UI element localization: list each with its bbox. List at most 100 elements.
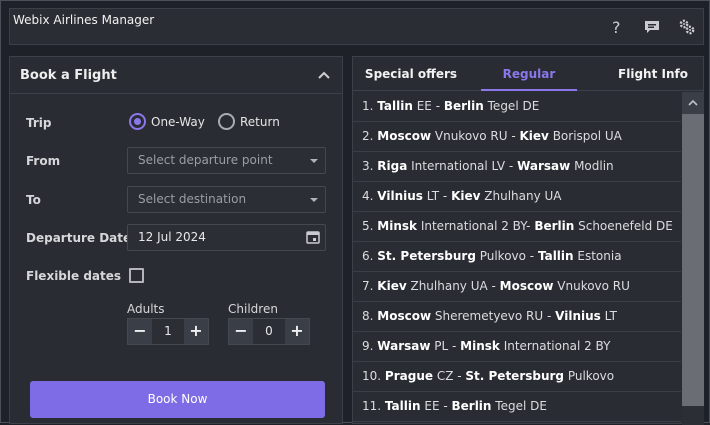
chat-icon[interactable]	[643, 18, 661, 36]
active-tab-indicator	[481, 89, 577, 91]
app-title: Webix Airlines Manager	[13, 13, 155, 27]
row-number: 2.	[362, 129, 374, 143]
list-item[interactable]: 10. Prague CZ - St. Petersburg Pulkovo	[353, 362, 681, 392]
departure-date-value: 12 Jul 2024	[138, 230, 206, 244]
trip-label: Trip	[26, 116, 52, 130]
to-label: To	[26, 193, 41, 207]
row-number: 5.	[362, 219, 374, 233]
offers-tabs: Special offers Regular Flight Info	[353, 57, 703, 91]
booking-panel: Book a Flight Trip One-Way Return From S…	[9, 56, 343, 424]
row-destination-city: Vilnius	[555, 309, 601, 323]
radio-one-way-label: One-Way	[151, 114, 205, 129]
adults-stepper: − 1 +	[127, 318, 209, 345]
row-destination-detail: Vnukovo RU	[553, 279, 630, 293]
booking-title: Book a Flight	[20, 68, 117, 83]
row-origin-detail: International 2 BY-	[417, 219, 535, 233]
row-destination-city: Berlin	[451, 399, 492, 413]
row-destination-detail: International 2 BY	[499, 339, 611, 353]
list-item[interactable]: 7. Kiev Zhulhany UA - Moscow Vnukovo RU	[353, 272, 681, 302]
chevron-up-icon[interactable]	[316, 67, 332, 83]
tab-regular[interactable]: Regular	[481, 57, 577, 91]
row-destination-city: St. Petersburg	[465, 369, 565, 383]
list-item[interactable]: 4. Vilnius LT - Kiev Zhulhany UA	[353, 182, 681, 212]
row-origin-detail: International LV -	[407, 159, 518, 173]
row-destination-detail: Schoenefeld DE	[574, 219, 673, 233]
radio-return-label: Return	[240, 114, 280, 129]
row-destination-city: Warsaw	[517, 159, 571, 173]
offers-panel: Special offers Regular Flight Info 1. Ta…	[352, 56, 704, 425]
adults-value[interactable]: 1	[152, 319, 184, 344]
row-origin-detail: EE -	[412, 99, 444, 113]
app-window: Webix Airlines Manager ? Book a Flight T…	[0, 0, 710, 425]
from-label: From	[26, 154, 61, 168]
to-placeholder: Select destination	[138, 192, 247, 206]
row-origin-detail: Zhulhany UA -	[406, 279, 500, 293]
row-destination-detail: LT	[600, 309, 617, 323]
children-value[interactable]: 0	[253, 319, 285, 344]
row-destination-city: Berlin	[443, 99, 484, 113]
departure-date-label: Departure Date	[26, 231, 132, 245]
row-origin-detail: Pulkovo -	[475, 249, 538, 263]
row-destination-city: Kiev	[519, 129, 549, 143]
list-item[interactable]: 11. Tallin EE - Berlin Tegel DE	[353, 392, 681, 422]
list-item[interactable]: 8. Moscow Sheremetyevo RU - Vilnius LT	[353, 302, 681, 332]
flight-list: 1. Tallin EE - Berlin Tegel DE 2. Moscow …	[353, 92, 681, 422]
flexible-dates-checkbox[interactable]	[129, 268, 144, 283]
top-bar: Webix Airlines Manager ?	[9, 8, 704, 45]
row-number: 3.	[362, 159, 374, 173]
row-origin-city: Riga	[377, 159, 408, 173]
row-origin-city: Minsk	[377, 219, 418, 233]
list-item[interactable]: 3. Riga International LV - Warsaw Modlin	[353, 152, 681, 182]
row-origin-city: Prague	[384, 369, 434, 383]
calendar-icon[interactable]	[306, 230, 320, 244]
row-origin-city: Kiev	[377, 279, 407, 293]
row-number: 8.	[362, 309, 374, 323]
row-origin-city: Warsaw	[377, 339, 431, 353]
scrollbar-thumb[interactable]	[682, 114, 704, 406]
caret-down-icon	[310, 159, 318, 163]
tab-flight-info[interactable]: Flight Info	[603, 57, 703, 91]
departure-date-input[interactable]: 12 Jul 2024	[127, 224, 326, 251]
row-origin-detail: EE -	[420, 399, 452, 413]
list-item[interactable]: 6. St. Petersburg Pulkovo - Tallin Eston…	[353, 242, 681, 272]
row-destination-detail: Tegel DE	[483, 99, 540, 113]
scroll-up-arrow-icon[interactable]	[682, 92, 704, 114]
adults-increment-button[interactable]: +	[184, 319, 208, 344]
list-item[interactable]: 9. Warsaw PL - Minsk International 2 BY	[353, 332, 681, 362]
row-number: 1.	[362, 99, 374, 113]
tab-special-offers[interactable]: Special offers	[353, 57, 469, 91]
caret-down-icon	[310, 198, 318, 202]
radio-one-way[interactable]: One-Way	[129, 113, 205, 130]
list-item[interactable]: 1. Tallin EE - Berlin Tegel DE	[353, 92, 681, 122]
row-origin-detail: CZ -	[433, 369, 466, 383]
from-select[interactable]: Select departure point	[127, 147, 326, 174]
row-origin-city: Tallin	[384, 399, 421, 413]
row-destination-detail: Pulkovo	[564, 369, 615, 383]
radio-return[interactable]: Return	[218, 113, 280, 130]
children-label: Children	[228, 302, 278, 316]
row-origin-city: St. Petersburg	[377, 249, 476, 263]
children-stepper: − 0 +	[228, 318, 310, 345]
row-origin-detail: Vnukovo RU -	[431, 129, 520, 143]
adults-decrement-button[interactable]: −	[128, 319, 152, 344]
row-number: 4.	[362, 189, 374, 203]
row-number: 6.	[362, 249, 374, 263]
svg-text:?: ?	[612, 19, 621, 35]
settings-icon[interactable]	[678, 18, 696, 36]
row-origin-city: Vilnius	[377, 189, 423, 203]
children-increment-button[interactable]: +	[285, 319, 309, 344]
to-select[interactable]: Select destination	[127, 186, 326, 213]
scrollbar[interactable]	[682, 92, 704, 425]
book-now-button[interactable]: Book Now	[30, 381, 325, 418]
radio-checked-icon	[129, 113, 146, 130]
row-destination-city: Berlin	[534, 219, 575, 233]
list-item[interactable]: 5. Minsk International 2 BY- Berlin Scho…	[353, 212, 681, 242]
children-decrement-button[interactable]: −	[229, 319, 253, 344]
row-origin-detail: PL -	[430, 339, 461, 353]
row-origin-detail: Sheremetyevo RU -	[431, 309, 556, 323]
list-item[interactable]: 2. Moscow Vnukovo RU - Kiev Borispol UA	[353, 122, 681, 152]
adults-label: Adults	[127, 302, 165, 316]
booking-panel-header: Book a Flight	[10, 57, 342, 94]
help-icon[interactable]: ?	[608, 18, 626, 36]
row-destination-detail: Tegel DE	[491, 399, 547, 413]
